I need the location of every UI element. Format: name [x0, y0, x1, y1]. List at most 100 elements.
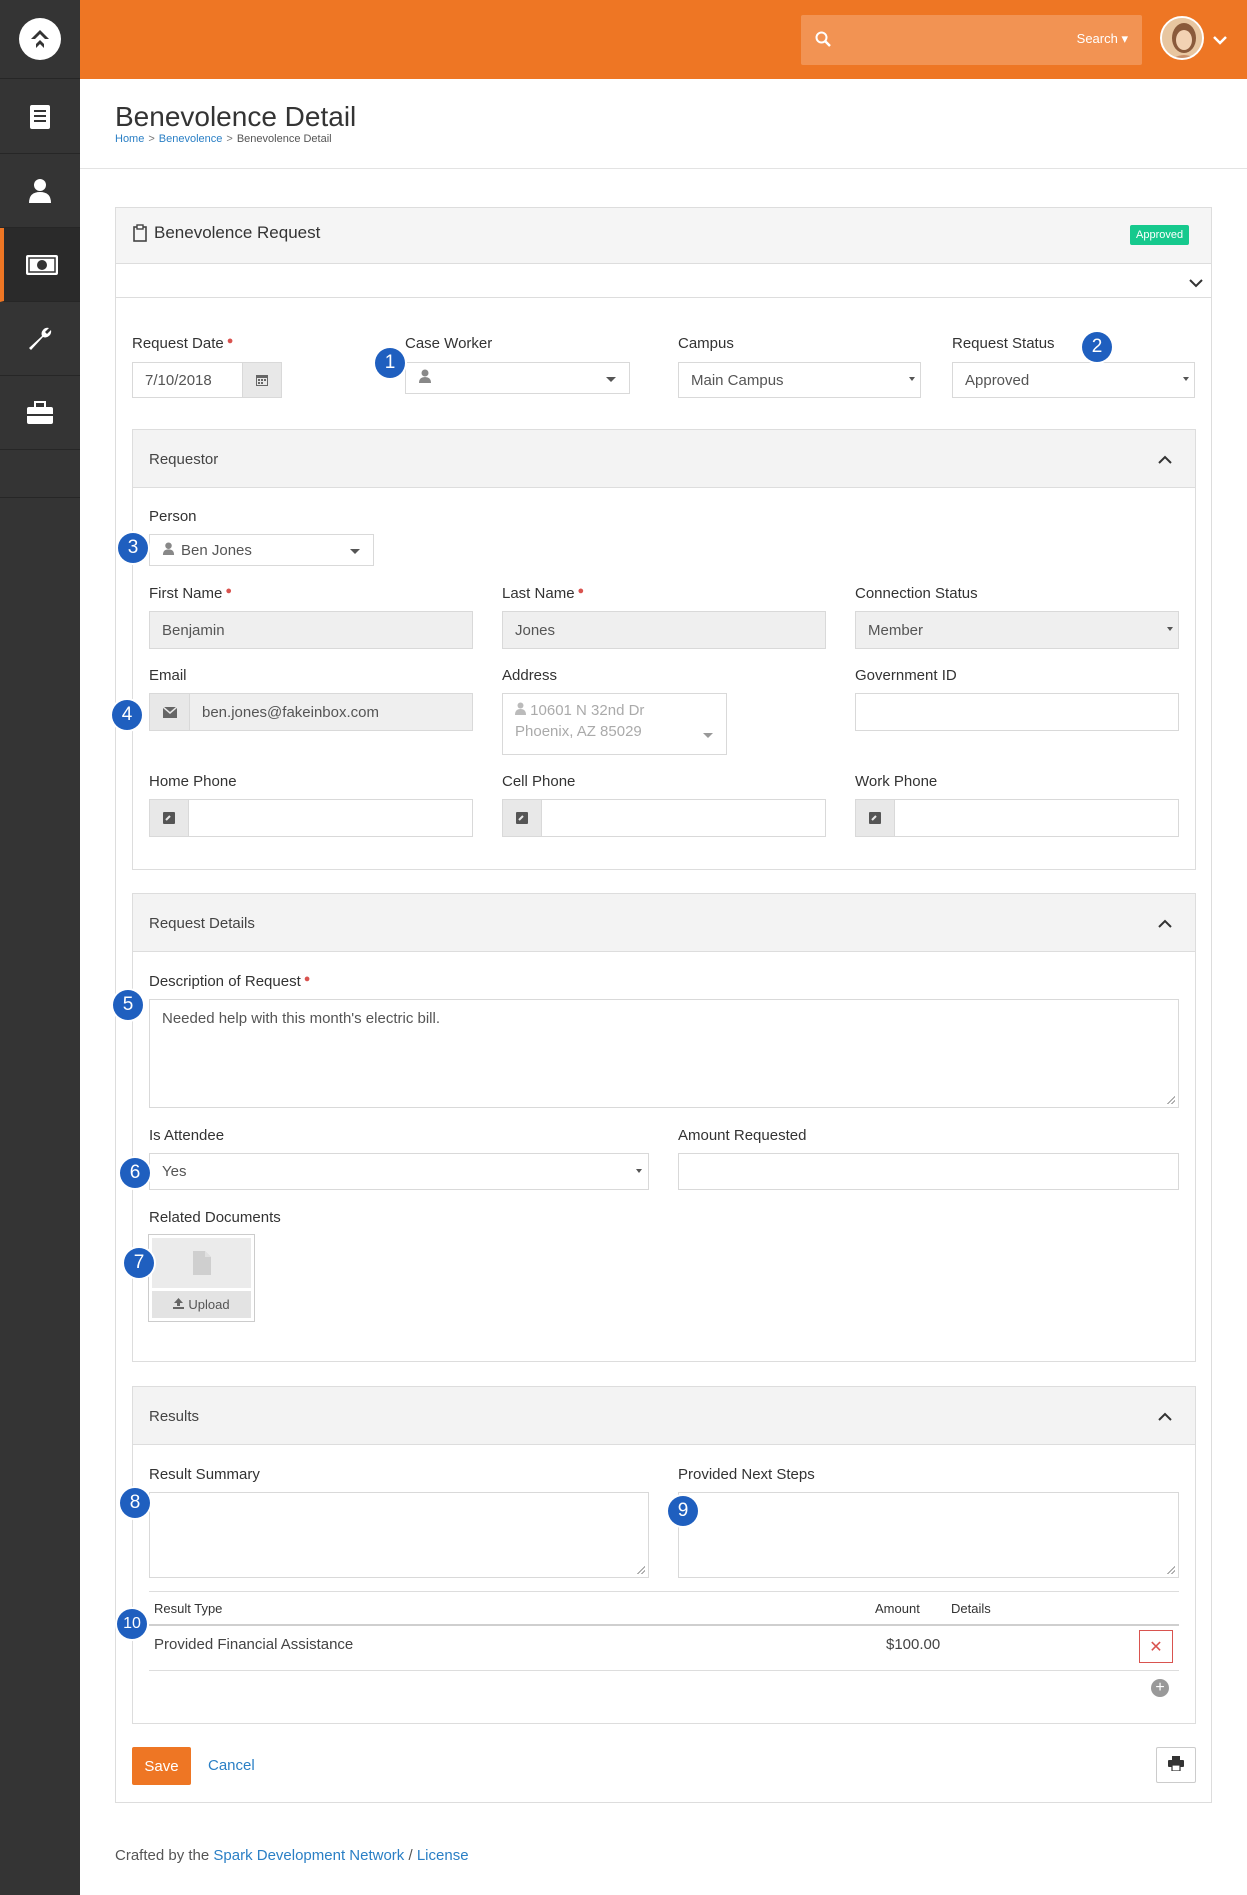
footer: Crafted by the Spark Development Network… — [115, 1847, 469, 1864]
phone-icon — [502, 799, 542, 837]
file-uploader[interactable]: Upload — [148, 1234, 255, 1322]
is-attendee-label: Is Attendee — [149, 1127, 225, 1144]
table-header-border — [149, 1624, 1179, 1626]
result-type-cell: Provided Financial Assistance — [154, 1636, 354, 1653]
is-attendee-select[interactable]: Yes — [149, 1153, 649, 1190]
search-box[interactable]: Search ▾ — [801, 15, 1142, 65]
table-row-border — [149, 1670, 1179, 1671]
rock-logo[interactable] — [0, 0, 80, 79]
request-status-select[interactable]: Approved — [952, 362, 1195, 398]
related-documents-label: Related Documents — [149, 1209, 281, 1226]
clipboard-icon — [133, 224, 147, 245]
results-heading[interactable]: Results — [133, 1387, 1195, 1445]
next-steps-label: Provided Next Steps — [678, 1466, 815, 1483]
results-title: Results — [149, 1408, 200, 1425]
campus-select[interactable]: Main Campus — [678, 362, 921, 398]
panel-title: Benevolence Request — [154, 223, 321, 242]
column-header-details[interactable]: Details — [951, 1601, 991, 1616]
home-phone-field[interactable] — [188, 799, 473, 837]
request-details-section: Request Details — [132, 893, 1196, 1362]
close-icon: ✕ — [1149, 1638, 1163, 1656]
nav-person-icon[interactable] — [0, 154, 80, 228]
last-name-label: Last Name ● — [502, 585, 585, 602]
email-field[interactable]: ben.jones@fakeinbox.com — [189, 693, 473, 731]
search-type-button[interactable]: Search ▾ — [1077, 31, 1128, 47]
work-phone-field[interactable] — [894, 799, 1179, 837]
case-worker-picker[interactable] — [405, 362, 630, 394]
nav-notes-icon[interactable] — [0, 80, 80, 154]
connection-status-label: Connection Status — [855, 585, 978, 602]
upload-button[interactable]: Upload — [152, 1291, 251, 1318]
first-name-label: First Name ● — [149, 585, 232, 602]
chevron-up-icon[interactable] — [1158, 1409, 1172, 1425]
request-details-title: Request Details — [149, 915, 255, 932]
column-header-result-type[interactable]: Result Type — [154, 1601, 222, 1616]
cancel-button[interactable]: Cancel — [208, 1757, 255, 1774]
save-button[interactable]: Save — [132, 1747, 191, 1785]
chevron-down-icon[interactable] — [1213, 32, 1227, 48]
delete-row-button[interactable]: ✕ — [1139, 1630, 1173, 1663]
print-button[interactable] — [1156, 1747, 1196, 1783]
nav-briefcase-icon[interactable] — [0, 376, 80, 450]
chevron-down-icon — [909, 377, 915, 381]
breadcrumb-home[interactable]: Home — [115, 133, 144, 145]
person-label: Person — [149, 508, 197, 525]
footer-separator: / — [404, 1847, 417, 1864]
resize-handle[interactable] — [1167, 1566, 1175, 1574]
work-phone-label: Work Phone — [855, 773, 938, 790]
avatar[interactable] — [1160, 16, 1204, 60]
annotation-marker-5: 5 — [113, 990, 143, 1020]
description-label: Description of Request ● — [149, 973, 311, 990]
chevron-up-icon[interactable] — [1158, 916, 1172, 932]
cell-phone-label: Cell Phone — [502, 773, 576, 790]
cell-phone-field[interactable] — [541, 799, 826, 837]
status-badge: Approved — [1130, 225, 1190, 245]
annotation-marker-8: 8 — [120, 1488, 150, 1518]
amount-requested-field[interactable] — [678, 1153, 1179, 1190]
person-icon — [418, 369, 432, 387]
footer-org-link[interactable]: Spark Development Network — [213, 1847, 404, 1864]
breadcrumb-benevolence[interactable]: Benevolence — [159, 133, 223, 145]
chevron-down-icon — [1183, 377, 1189, 381]
annotation-marker-3: 3 — [118, 533, 148, 563]
address-label: Address — [502, 667, 558, 684]
person-picker[interactable]: Ben Jones — [149, 534, 374, 566]
home-phone-label: Home Phone — [149, 773, 237, 790]
chevron-up-icon[interactable] — [1158, 452, 1172, 468]
description-textarea[interactable]: Needed help with this month's electric b… — [149, 999, 1179, 1108]
annotation-marker-10: 10 — [117, 1609, 147, 1639]
resize-handle[interactable] — [637, 1566, 645, 1574]
footer-prefix: Crafted by the — [115, 1847, 214, 1864]
last-name-field[interactable]: Jones — [502, 611, 826, 649]
footer-license-link[interactable]: License — [417, 1847, 469, 1864]
file-icon — [152, 1238, 251, 1288]
connection-status-select[interactable]: Member — [855, 611, 1179, 649]
government-id-field[interactable] — [855, 693, 1179, 731]
first-name-field[interactable]: Benjamin — [149, 611, 473, 649]
address-picker[interactable]: 10601 N 32nd Dr Phoenix, AZ 85029 — [502, 693, 727, 755]
panel-subheading — [116, 265, 1211, 298]
address-line1: 10601 N 32nd Dr — [530, 702, 645, 719]
nav-wrench-icon[interactable] — [0, 302, 80, 376]
page-title: Benevolence Detail — [115, 101, 357, 132]
request-date-input[interactable]: 7/10/2018 — [132, 362, 243, 398]
result-summary-textarea[interactable] — [149, 1492, 649, 1578]
request-details-heading[interactable]: Request Details — [133, 894, 1195, 952]
annotation-marker-9: 9 — [668, 1496, 698, 1526]
add-row-button[interactable]: + — [1151, 1679, 1169, 1697]
person-icon — [162, 541, 175, 559]
map-marker-icon — [515, 702, 526, 719]
requestor-heading[interactable]: Requestor — [133, 430, 1195, 488]
chevron-down-icon — [703, 733, 713, 738]
calendar-icon[interactable] — [242, 362, 282, 398]
nav-finance-icon[interactable] — [0, 228, 80, 302]
top-bar: Search ▾ — [80, 0, 1247, 79]
amount-requested-label: Amount Requested — [678, 1127, 807, 1144]
next-steps-textarea[interactable] — [678, 1492, 1179, 1578]
column-header-amount[interactable]: Amount — [875, 1601, 920, 1616]
resize-handle[interactable] — [1167, 1096, 1175, 1104]
chevron-down-icon — [1167, 627, 1173, 631]
chevron-down-icon[interactable] — [1189, 275, 1203, 291]
chevron-down-icon — [350, 549, 360, 554]
annotation-marker-2: 2 — [1082, 332, 1112, 362]
